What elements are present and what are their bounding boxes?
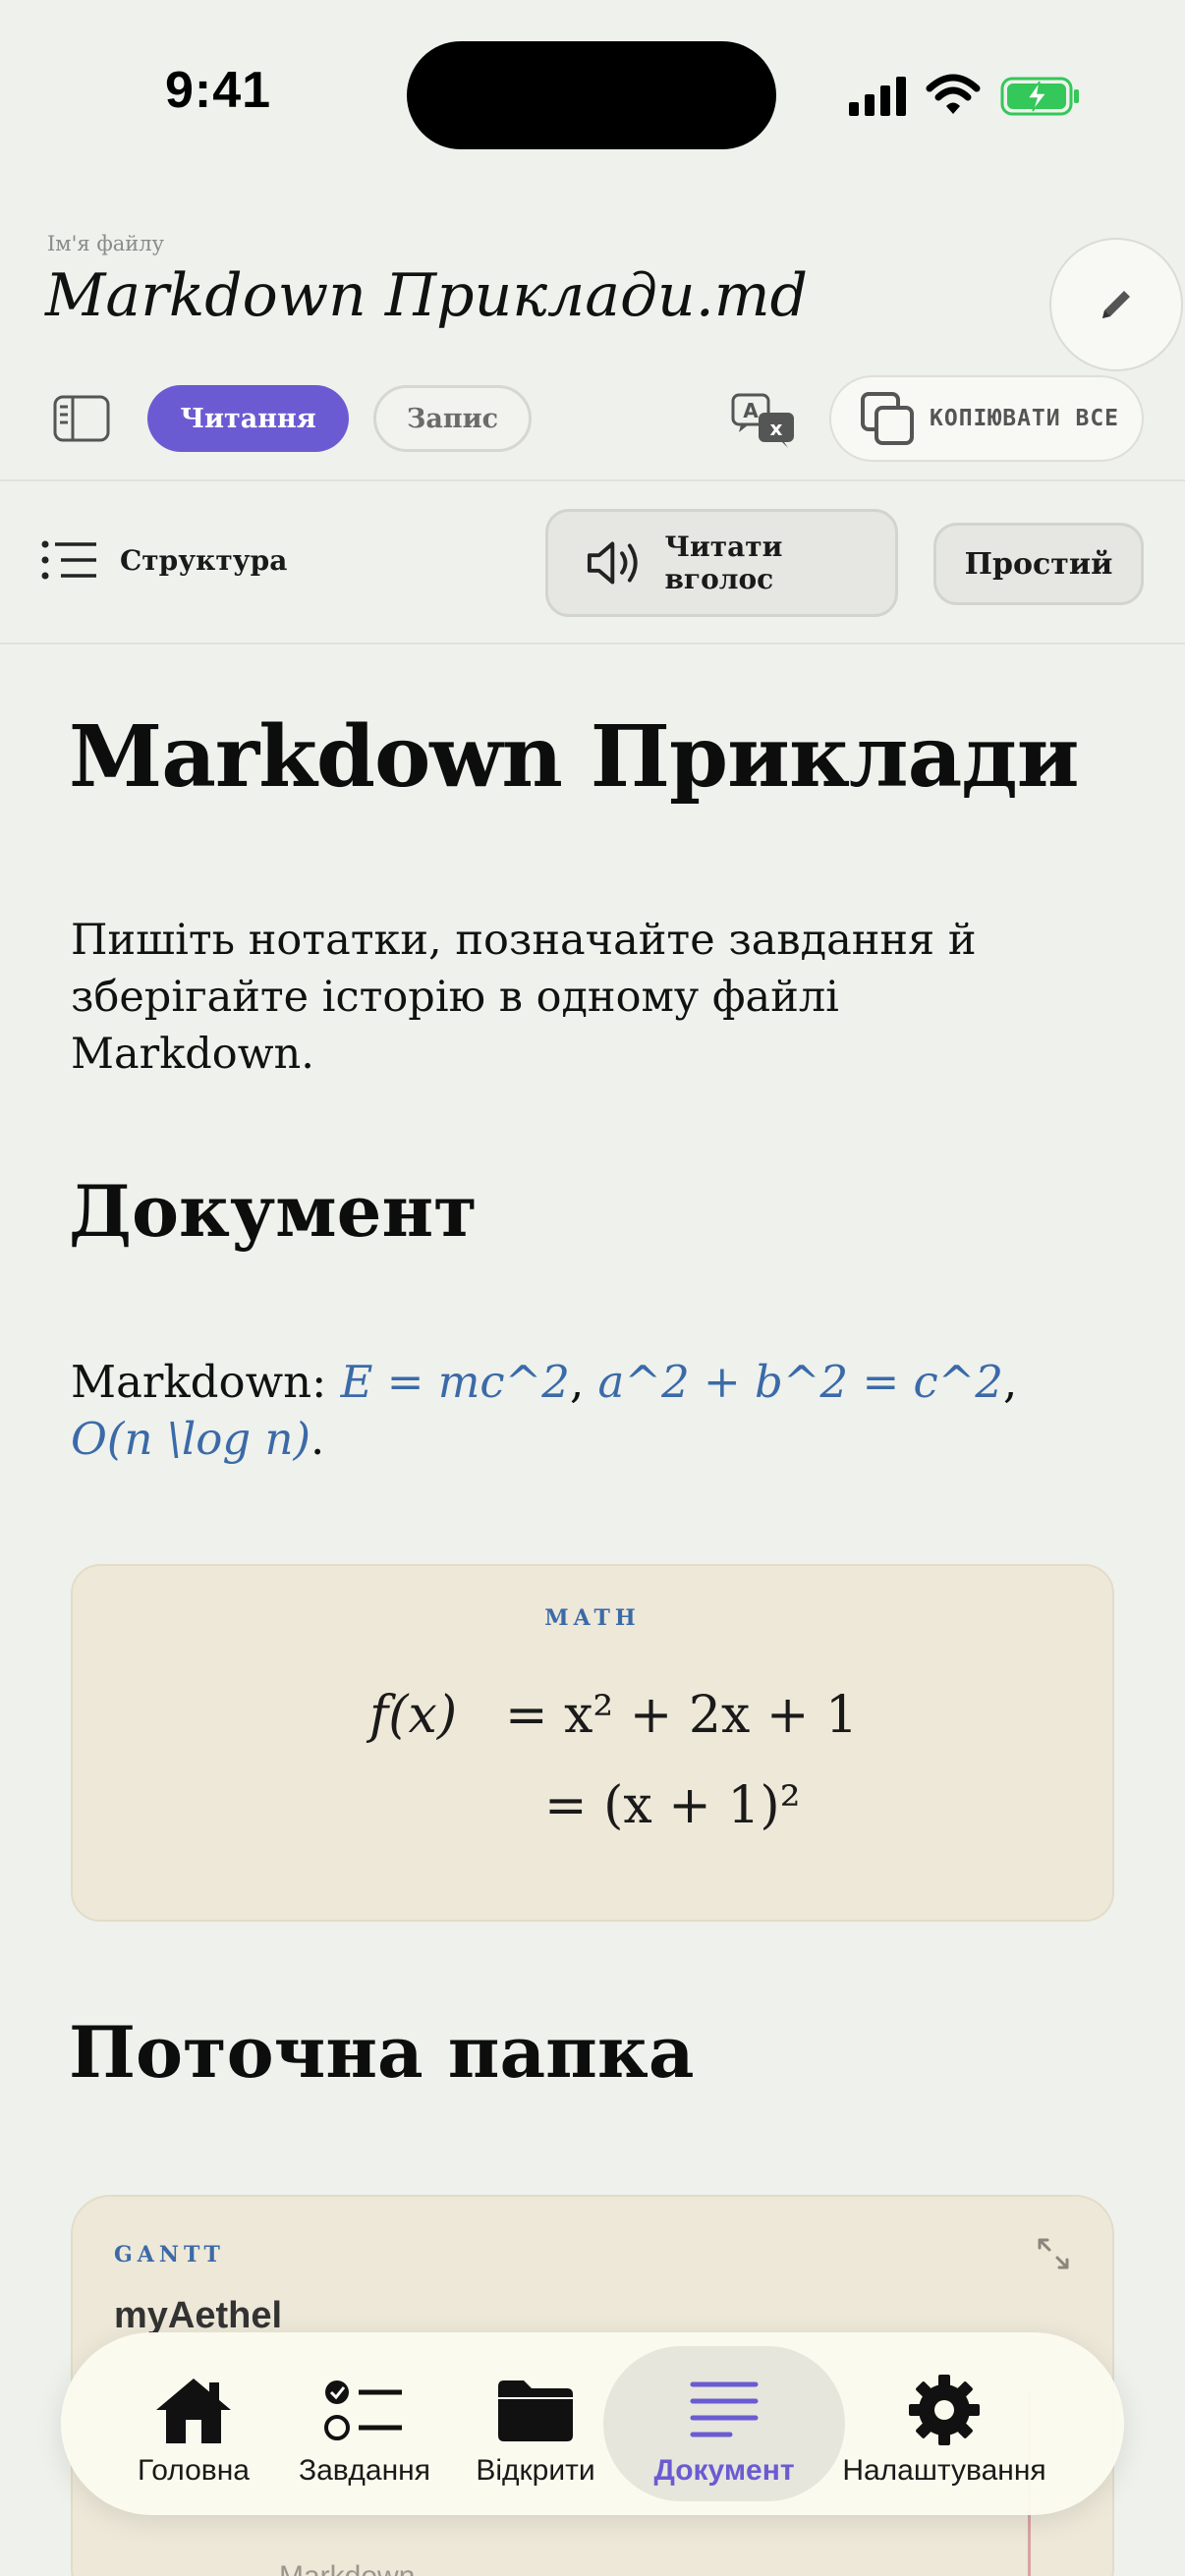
dynamic-island xyxy=(407,41,776,149)
svg-text:x: x xyxy=(770,417,783,440)
tab-settings-label: Налаштування xyxy=(842,2454,1046,2487)
status-time: 9:41 xyxy=(165,62,272,119)
status-bar: 9:41 xyxy=(0,0,1185,196)
section-heading-document: Документ xyxy=(69,1169,478,1253)
file-name[interactable]: Markdown Приклади.md xyxy=(45,261,808,330)
inline-math-sep-1: , xyxy=(569,1356,598,1408)
copy-all-label: КОПІЮВАТИ ВСЕ xyxy=(930,406,1120,431)
inline-math-sep-2: , xyxy=(1003,1356,1018,1408)
svg-text:A: A xyxy=(743,399,759,422)
edit-button[interactable] xyxy=(1049,238,1183,371)
sidebar-toggle-icon[interactable] xyxy=(53,395,110,442)
tab-bar: Головна Завдання Відкрити Документ Налаш… xyxy=(61,2332,1124,2515)
gear-icon xyxy=(909,2375,980,2445)
pencil-icon xyxy=(1102,291,1130,318)
cellular-signal-icon xyxy=(849,77,906,116)
math-line1-rhs: = x² + 2x + 1 xyxy=(505,1686,859,1745)
intro-paragraph: Пишіть нотатки, позначайте завдання й зб… xyxy=(71,916,977,1079)
inline-math-1[interactable]: E = mc^2 xyxy=(341,1356,570,1408)
inline-math-2[interactable]: a^2 + b^2 = c^2 xyxy=(598,1356,1003,1408)
translate-icon[interactable]: A x xyxy=(731,393,796,448)
tab-settings[interactable]: Налаштування xyxy=(833,2332,1055,2515)
inline-math-prefix: Markdown: xyxy=(71,1356,341,1408)
copy-all-button[interactable]: КОПІЮВАТИ ВСЕ xyxy=(829,375,1144,462)
read-aloud-button[interactable]: Читати вголос xyxy=(545,509,898,617)
gantt-block-tag: GANTT xyxy=(114,2242,225,2268)
outline-label: Структура xyxy=(120,543,288,577)
folder-icon xyxy=(498,2380,573,2441)
mode-write-button[interactable]: Запис xyxy=(373,385,532,452)
file-name-label: Ім'я файлу xyxy=(47,232,164,255)
tab-open[interactable]: Відкрити xyxy=(462,2332,609,2515)
tab-tasks-label: Завдання xyxy=(299,2454,430,2487)
math-block: MATH f(x) = x² + 2x + 1 = (x + 1)² xyxy=(71,1564,1114,1922)
inline-math-paragraph: Markdown: E = mc^2, a^2 + b^2 = c^2, O(n… xyxy=(71,1354,1053,1468)
speaker-icon xyxy=(587,541,638,585)
expand-icon[interactable] xyxy=(1036,2236,1071,2271)
math-line2-rhs: = (x + 1)² xyxy=(544,1776,801,1835)
wifi-icon xyxy=(926,74,981,114)
tab-document-label: Документ xyxy=(653,2454,795,2487)
tab-home-label: Головна xyxy=(138,2454,250,2487)
tab-home[interactable]: Головна xyxy=(120,2332,267,2515)
tab-open-label: Відкрити xyxy=(476,2454,595,2487)
tab-document[interactable]: Документ xyxy=(650,2332,798,2515)
inline-math-3[interactable]: O(n \log n) xyxy=(71,1413,310,1465)
math-line1-lhs: f(x) xyxy=(369,1686,458,1745)
battery-charging-icon xyxy=(1000,77,1079,116)
gantt-title: myAethel xyxy=(114,2295,283,2336)
list-icon xyxy=(41,540,96,580)
inline-math-end: . xyxy=(310,1413,325,1465)
document-lines-icon xyxy=(690,2381,759,2437)
gantt-row-label: Markdown xyxy=(279,2560,415,2576)
document-title: Markdown Приклади xyxy=(69,707,1080,807)
copy-icon xyxy=(861,392,914,445)
read-aloud-label: Читати вголос xyxy=(664,531,783,595)
simple-view-button[interactable]: Простий xyxy=(933,523,1144,605)
home-icon xyxy=(156,2379,231,2443)
secondary-toolbar-divider xyxy=(0,643,1185,644)
checklist-icon xyxy=(324,2380,402,2440)
mode-read-button[interactable]: Читання xyxy=(147,385,349,452)
math-block-tag: MATH xyxy=(544,1605,641,1631)
section-heading-folder: Поточна папка xyxy=(69,2010,695,2094)
tab-tasks[interactable]: Завдання xyxy=(281,2332,448,2515)
toolbar-divider xyxy=(0,479,1185,481)
outline-button[interactable]: Структура xyxy=(41,540,287,580)
